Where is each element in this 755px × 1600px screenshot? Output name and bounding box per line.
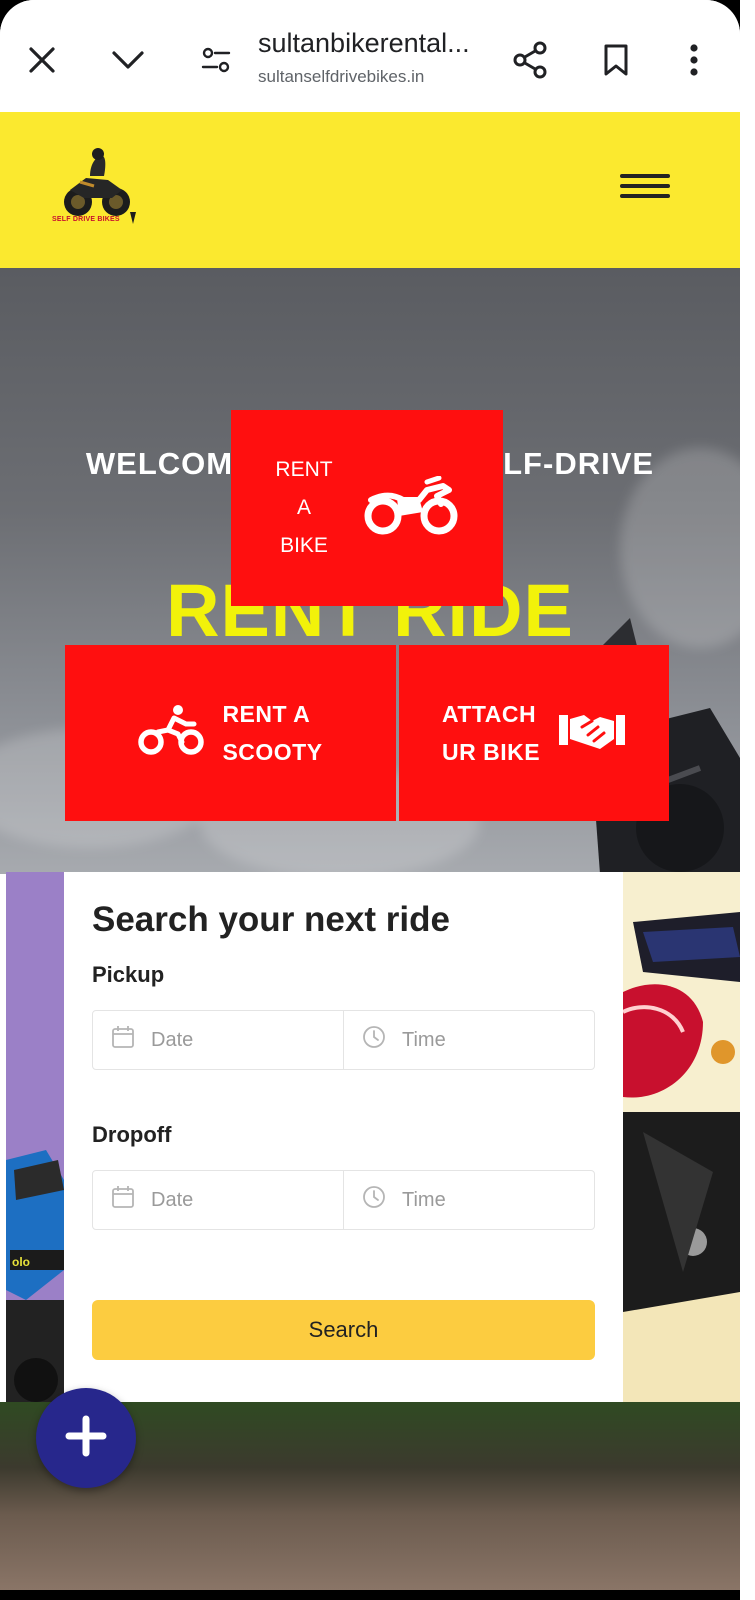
motorcycle-icon bbox=[363, 475, 459, 541]
svg-text:olo: olo bbox=[12, 1255, 30, 1269]
hamburger-icon[interactable] bbox=[615, 168, 675, 212]
promo-banner-right bbox=[623, 872, 740, 1402]
dropoff-fields: Date Time bbox=[92, 1170, 595, 1230]
bookmark-icon[interactable] bbox=[586, 30, 646, 90]
dropoff-date-placeholder: Date bbox=[151, 1188, 194, 1211]
dropoff-time-field[interactable]: Time bbox=[343, 1171, 594, 1229]
page-title: sultanbikerental... bbox=[258, 28, 470, 58]
site-settings-icon[interactable] bbox=[186, 30, 246, 90]
pickup-time-placeholder: Time bbox=[402, 1028, 446, 1051]
clock-icon bbox=[362, 1025, 386, 1055]
chevron-down-icon[interactable] bbox=[98, 30, 158, 90]
floating-add-button[interactable] bbox=[36, 1388, 136, 1488]
pickup-date-placeholder: Date bbox=[151, 1028, 194, 1051]
dropoff-date-field[interactable]: Date bbox=[93, 1171, 343, 1229]
browser-toolbar: sultanbikerental... sultanselfdrivebikes… bbox=[0, 0, 740, 112]
plus-icon bbox=[65, 1415, 107, 1462]
rent-scooty-card[interactable]: RENT A SCOOTY bbox=[65, 645, 396, 821]
calendar-icon bbox=[111, 1025, 135, 1055]
rent-bike-label: RENT A BIKE bbox=[275, 458, 333, 557]
search-title: Search your next ride bbox=[92, 900, 450, 939]
attach-bike-card[interactable]: ATTACH UR BIKE bbox=[399, 645, 669, 821]
dropoff-label: Dropoff bbox=[92, 1122, 172, 1147]
classic-bike-photo bbox=[623, 912, 740, 1402]
share-icon[interactable] bbox=[500, 30, 560, 90]
pickup-date-field[interactable]: Date bbox=[93, 1011, 343, 1069]
screen-edge bbox=[740, 0, 755, 1600]
handshake-icon bbox=[558, 709, 626, 758]
site-header: SELF DRIVE BIKES bbox=[0, 112, 740, 268]
scooter-photo: olo bbox=[6, 1150, 64, 1402]
pickup-label: Pickup bbox=[92, 962, 165, 987]
attach-bike-label: ATTACH UR BIKE bbox=[441, 701, 541, 765]
scooter-icon bbox=[138, 704, 205, 763]
pickup-time-field[interactable]: Time bbox=[343, 1011, 594, 1069]
more-vert-icon[interactable] bbox=[664, 30, 724, 90]
rent-bike-card[interactable]: RENT A BIKE bbox=[231, 410, 503, 606]
phone-screen: sultanbikerental... sultanselfdrivebikes… bbox=[0, 0, 740, 1590]
page-domain: sultanselfdrivebikes.in bbox=[258, 67, 425, 86]
action-cards: RENT A SCOOTY ATTACH UR BIKE bbox=[65, 645, 669, 821]
rent-scooty-label: RENT A SCOOTY bbox=[222, 701, 323, 765]
url-box[interactable]: sultanbikerental... sultanselfdrivebikes… bbox=[258, 28, 498, 87]
pickup-fields: Date Time bbox=[92, 1010, 595, 1070]
logo-text: SELF DRIVE BIKES bbox=[52, 216, 120, 223]
search-form: Search your next ride Pickup Date Time D… bbox=[64, 872, 623, 1402]
calendar-icon bbox=[111, 1185, 135, 1215]
close-icon[interactable] bbox=[12, 30, 72, 90]
search-button[interactable]: Search bbox=[92, 1300, 595, 1360]
clock-icon bbox=[362, 1185, 386, 1215]
dropoff-time-placeholder: Time bbox=[402, 1188, 446, 1211]
